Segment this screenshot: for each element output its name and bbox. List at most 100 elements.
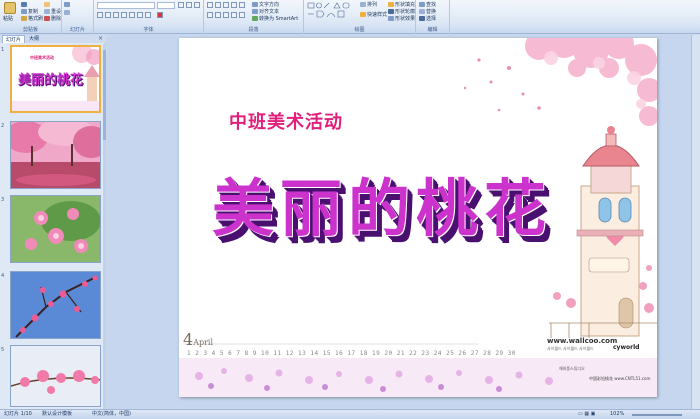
april-number: 4 [183,330,194,349]
paragraph-group: 文字方向 对齐文本 转换为 SmartArt 段落 [204,0,304,34]
select-icon [419,16,425,21]
pane-tabs: 幻灯片 大纲 × [0,35,106,43]
font-color-button[interactable] [157,12,163,18]
tab-outline[interactable]: 大纲 [26,35,42,43]
shape-effects-button[interactable]: 形状效果 [388,16,415,22]
align-text-icon [252,9,258,14]
align-center-button[interactable] [215,12,221,18]
slide-vertical-scrollbar[interactable] [691,35,700,409]
thumb-number-3: 3 [1,197,5,203]
shrink-font-button[interactable] [186,2,192,8]
peach-orchard-image [11,122,100,188]
shape-outline-button[interactable]: 形状轮廓 [388,9,415,15]
thumb-1-title: 美丽的桃花 [18,73,84,88]
new-slide-button[interactable] [44,2,51,8]
slide-thumbnail-pane: 幻灯片 大纲 × 1 中班美术活动 美丽的桃花 2 3 4 5 [0,35,106,409]
slide-thumbnail-3[interactable] [10,195,101,263]
section-button[interactable] [64,10,71,16]
fill-icon [388,2,394,7]
font-name-combo[interactable] [97,2,155,9]
strike-button[interactable] [121,12,127,18]
format-painter-button[interactable]: 格式刷 [21,16,43,22]
thumb-number-5: 5 [1,347,5,353]
text-direction-label: 文字方向 [259,2,280,8]
copy-button[interactable]: 复制 [21,9,38,15]
shape-outline-label: 形状轮廓 [395,9,416,15]
thumb-number-4: 4 [1,273,5,279]
find-icon [419,2,425,7]
tab-slides[interactable]: 幻灯片 [2,35,26,43]
thumb-1-subtitle: 中班美术活动 [30,55,54,60]
reset-icon [44,9,50,14]
shape-fill-label: 形状填充 [395,2,416,8]
language-status[interactable]: 中文(简体，中国) [92,410,131,419]
slide-thumbnail-1[interactable]: 中班美术活动 美丽的桃花 [10,45,101,113]
cyworld-logo: cyworld [613,344,640,351]
layout-button[interactable] [64,2,71,8]
font-group-label: 字体 [143,27,154,33]
slide-thumbnail-5[interactable] [10,345,101,407]
align-left-button[interactable] [207,12,213,18]
decrease-indent-button[interactable] [223,2,229,8]
view-buttons[interactable]: ▭ ▦ ▣ [578,410,595,419]
scrollbar-thumb[interactable] [103,50,106,140]
arrange-label: 排列 [367,2,378,8]
april-label: 4April [183,330,213,349]
spacing-button[interactable] [137,12,143,18]
justify-button[interactable] [231,12,237,18]
numbering-button[interactable] [215,2,221,8]
clear-format-button[interactable] [194,2,200,8]
grow-font-button[interactable] [178,2,184,8]
delete-icon [44,16,50,21]
convert-smartart-button[interactable]: 转换为 SmartArt [252,16,298,22]
align-right-button[interactable] [223,12,229,18]
cut-button[interactable] [21,2,28,8]
replace-button[interactable]: 替换 [419,9,436,15]
shape-fill-button[interactable]: 形状填充 [388,2,415,8]
wallcoo-watermark: www.wallcoo.com [547,337,618,345]
font-group: 字体 [94,0,204,34]
current-slide[interactable]: 中班美术活动 美丽的桃花 4April 1 2 3 4 5 6 7 8 9 10… [179,38,657,397]
reset-button[interactable]: 重设 [44,9,61,15]
italic-button[interactable] [105,12,111,18]
arrange-button[interactable]: 排列 [360,2,377,8]
shadow-button[interactable] [129,12,135,18]
paste-icon[interactable] [4,2,16,14]
paste-button[interactable]: 粘贴 [3,16,13,22]
zoom-slider[interactable] [632,414,682,416]
text-direction-button[interactable]: 文字方向 [252,2,279,8]
columns-button[interactable] [239,12,245,18]
find-button[interactable]: 查找 [419,2,436,8]
font-size-combo[interactable] [157,2,175,9]
line-spacing-button[interactable] [239,2,245,8]
slide-thumbnail-2[interactable] [10,121,101,189]
close-pane-icon[interactable]: × [98,35,103,43]
drawing-group-label: 绘图 [354,27,365,33]
select-button[interactable]: 选择 [419,16,436,22]
drawing-group: 排列 快速样式 形状填充 形状轮廓 形状效果 绘图 [304,0,416,34]
delete-button[interactable]: 删除 [44,16,61,22]
paragraph-group-label: 段落 [248,27,259,33]
increase-indent-button[interactable] [231,2,237,8]
align-text-button[interactable]: 对齐文本 [252,9,279,15]
underline-button[interactable] [113,12,119,18]
ribbon: 粘贴 复制 格式刷 重设 删除 剪贴板 幻灯片 字体 文字方向 对齐文本 转换为… [0,0,700,34]
zoom-level[interactable]: 102% [610,410,624,419]
peach-blossom-closeup-image [11,196,100,262]
quick-styles-button[interactable]: 快速样式 [360,12,387,18]
slides-group-label: 幻灯片 [69,27,85,33]
slide-subtitle[interactable]: 中班美术活动 [229,108,343,134]
bullets-button[interactable] [207,2,213,8]
brush-icon [21,16,27,21]
slide-thumbnail-4[interactable] [10,271,101,339]
replace-label: 替换 [426,9,437,15]
case-button[interactable] [145,12,151,18]
bold-button[interactable] [97,12,103,18]
layout-icon [64,2,70,7]
thumbnail-scrollbar[interactable] [103,44,106,409]
slide-title[interactable]: 美丽的桃花 [212,158,552,248]
editing-group-label: 编辑 [427,27,438,33]
quick-styles-icon [360,12,366,17]
replace-icon [419,9,425,14]
shapes-gallery[interactable] [307,2,357,20]
